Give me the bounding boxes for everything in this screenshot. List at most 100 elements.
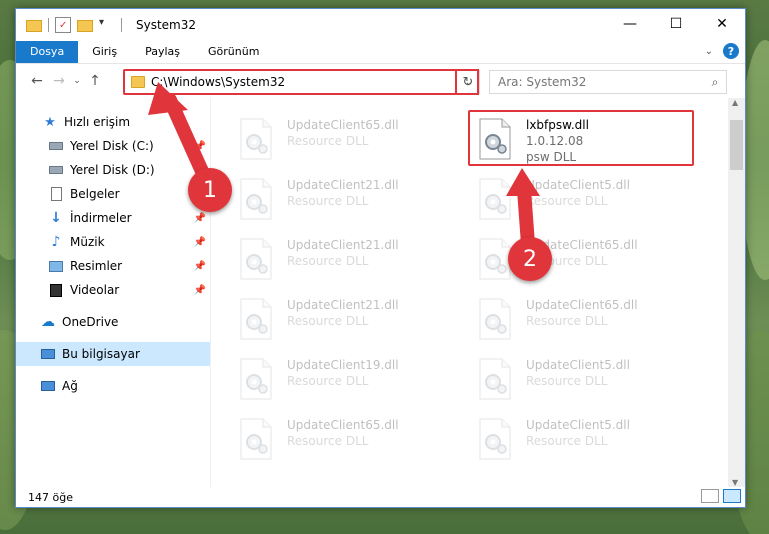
file-name: UpdateClient21.dll bbox=[287, 238, 399, 252]
file-name: UpdateClient21.dll bbox=[287, 298, 399, 312]
sidebar-item-label: Bu bilgisayar bbox=[62, 347, 140, 361]
ribbon-tabs: Dosya Giriş Paylaş Görünüm ⌄ ? bbox=[16, 41, 745, 63]
file-name: UpdateClient65.dll bbox=[287, 418, 399, 432]
file-type: Resource DLL bbox=[287, 194, 369, 208]
up-button[interactable]: ↑ bbox=[84, 70, 106, 92]
pin-icon: 📌 bbox=[193, 260, 206, 272]
sidebar-item-local-disk-d[interactable]: Yerel Disk (D:) bbox=[16, 158, 210, 182]
vertical-scrollbar[interactable]: ▲ ▼ bbox=[728, 98, 745, 487]
file-name: UpdateClient5.dll bbox=[526, 178, 630, 192]
file-type: Resource DLL bbox=[287, 314, 369, 328]
star-icon: ★ bbox=[44, 114, 56, 130]
list-item[interactable]: UpdateClient65.dll Resource DLL bbox=[468, 232, 678, 284]
back-button[interactable]: ← bbox=[26, 70, 48, 92]
properties-icon[interactable]: ✓ bbox=[55, 17, 71, 33]
drive-icon bbox=[48, 162, 64, 178]
title-bar: ✓ ▾ System32 — ☐ ✕ bbox=[16, 9, 745, 41]
list-item[interactable]: UpdateClient65.dll Resource DLL bbox=[229, 112, 439, 164]
list-item[interactable]: UpdateClient5.dll Resource DLL bbox=[468, 352, 678, 404]
forward-button[interactable]: → bbox=[48, 70, 70, 92]
dll-file-icon bbox=[239, 298, 277, 340]
sidebar-item-pictures[interactable]: Resimler 📌 bbox=[16, 254, 210, 278]
sidebar-item-documents[interactable]: Belgeler bbox=[16, 182, 210, 206]
file-type: Resource DLL bbox=[526, 374, 608, 388]
list-item[interactable]: UpdateClient65.dll Resource DLL bbox=[229, 412, 439, 464]
item-count: 147 öğe bbox=[28, 490, 73, 504]
scroll-up-icon[interactable]: ▲ bbox=[732, 98, 738, 107]
list-item[interactable]: UpdateClient19.dll Resource DLL bbox=[229, 352, 439, 404]
close-button[interactable]: ✕ bbox=[699, 9, 745, 39]
list-item[interactable]: UpdateClient21.dll Resource DLL bbox=[229, 292, 439, 344]
sidebar-item-onedrive[interactable]: ☁ OneDrive bbox=[16, 310, 210, 334]
list-item[interactable]: UpdateClient21.dll Resource DLL bbox=[229, 232, 439, 284]
network-icon bbox=[40, 378, 56, 394]
dll-file-icon bbox=[239, 238, 277, 280]
dll-file-icon bbox=[478, 298, 516, 340]
tab-share[interactable]: Paylaş bbox=[131, 41, 194, 63]
callout-badge-1: 1 bbox=[188, 168, 232, 212]
folder-icon bbox=[131, 76, 145, 88]
sidebar-item-label: Yerel Disk (C:) bbox=[70, 139, 154, 153]
recent-locations-button[interactable]: ⌄ bbox=[70, 70, 84, 92]
music-icon: ♪ bbox=[51, 234, 61, 250]
file-name: UpdateClient65.dll bbox=[526, 298, 638, 312]
list-item[interactable]: UpdateClient21.dll Resource DLL bbox=[229, 172, 439, 224]
cloud-icon: ☁ bbox=[41, 314, 55, 330]
sidebar-item-downloads[interactable]: ↓ İndirmeler 📌 bbox=[16, 206, 210, 230]
tab-view[interactable]: Görünüm bbox=[194, 41, 273, 63]
pin-icon: 📌 bbox=[193, 284, 206, 296]
sidebar-item-quick-access[interactable]: ★ Hızlı erişim bbox=[16, 110, 210, 134]
file-name: UpdateClient5.dll bbox=[526, 418, 630, 432]
file-type: Resource DLL bbox=[287, 374, 369, 388]
sidebar-item-label: Yerel Disk (D:) bbox=[70, 163, 155, 177]
refresh-button[interactable]: ↻ bbox=[456, 70, 480, 94]
minimize-button[interactable]: — bbox=[607, 9, 653, 39]
gear-file-icon bbox=[240, 118, 272, 160]
pin-icon: 📌 bbox=[193, 140, 206, 152]
gear-file-icon bbox=[240, 358, 272, 400]
gear-file-icon bbox=[479, 418, 511, 460]
sidebar-item-music[interactable]: ♪ Müzik 📌 bbox=[16, 230, 210, 254]
list-item[interactable]: UpdateClient65.dll Resource DLL bbox=[468, 292, 678, 344]
list-item[interactable]: UpdateClient5.dll Resource DLL bbox=[468, 412, 678, 464]
list-item[interactable]: UpdateClient5.dll Resource DLL bbox=[468, 172, 678, 224]
sidebar-item-label: Müzik bbox=[70, 235, 105, 249]
sidebar-item-label: Belgeler bbox=[70, 187, 120, 201]
address-path: C:\Windows\System32 bbox=[151, 75, 286, 89]
scrollbar-thumb[interactable] bbox=[730, 120, 743, 170]
details-view-button[interactable] bbox=[701, 489, 719, 503]
file-name: UpdateClient65.dll bbox=[287, 118, 399, 132]
gear-file-icon bbox=[479, 358, 511, 400]
dll-file-icon bbox=[239, 178, 277, 220]
dll-file-icon bbox=[239, 118, 277, 160]
sidebar-item-videos[interactable]: Videolar 📌 bbox=[16, 278, 210, 302]
sidebar-item-label: Ağ bbox=[62, 379, 78, 393]
callout-badge-2: 2 bbox=[508, 237, 552, 281]
search-box[interactable]: ⌕ bbox=[489, 70, 727, 94]
sidebar-item-network[interactable]: Ağ bbox=[16, 374, 210, 398]
address-bar[interactable]: C:\Windows\System32 ⌄ bbox=[124, 70, 478, 94]
gear-file-icon bbox=[240, 298, 272, 340]
expand-ribbon-icon[interactable]: ⌄ bbox=[705, 46, 713, 57]
tab-home[interactable]: Giriş bbox=[78, 41, 131, 63]
pin-icon: 📌 bbox=[193, 236, 206, 248]
file-list: UpdateClient65.dll Resource DLL UpdateCli… bbox=[211, 98, 745, 487]
file-type: Resource DLL bbox=[287, 434, 369, 448]
search-input[interactable] bbox=[490, 75, 704, 89]
maximize-button[interactable]: ☐ bbox=[653, 9, 699, 39]
tab-file[interactable]: Dosya bbox=[16, 41, 79, 63]
file-highlight bbox=[468, 110, 694, 166]
gear-file-icon bbox=[479, 238, 511, 280]
scroll-down-icon[interactable]: ▼ bbox=[732, 478, 738, 487]
help-button[interactable]: ? bbox=[723, 43, 739, 59]
pictures-icon bbox=[48, 258, 64, 274]
tiles-view-button[interactable] bbox=[723, 489, 741, 503]
sidebar-item-label: OneDrive bbox=[62, 315, 119, 329]
explorer-window: ✓ ▾ System32 — ☐ ✕ Dosya Giriş Paylaş Gö… bbox=[15, 8, 746, 508]
new-folder-icon[interactable] bbox=[77, 20, 93, 32]
search-icon[interactable]: ⌕ bbox=[704, 75, 726, 90]
customize-icon[interactable]: ▾ bbox=[99, 17, 115, 33]
sidebar-item-local-disk-c[interactable]: Yerel Disk (C:) 📌 bbox=[16, 134, 210, 158]
sidebar-item-this-pc[interactable]: Bu bilgisayar bbox=[16, 342, 210, 366]
separator bbox=[48, 18, 49, 32]
